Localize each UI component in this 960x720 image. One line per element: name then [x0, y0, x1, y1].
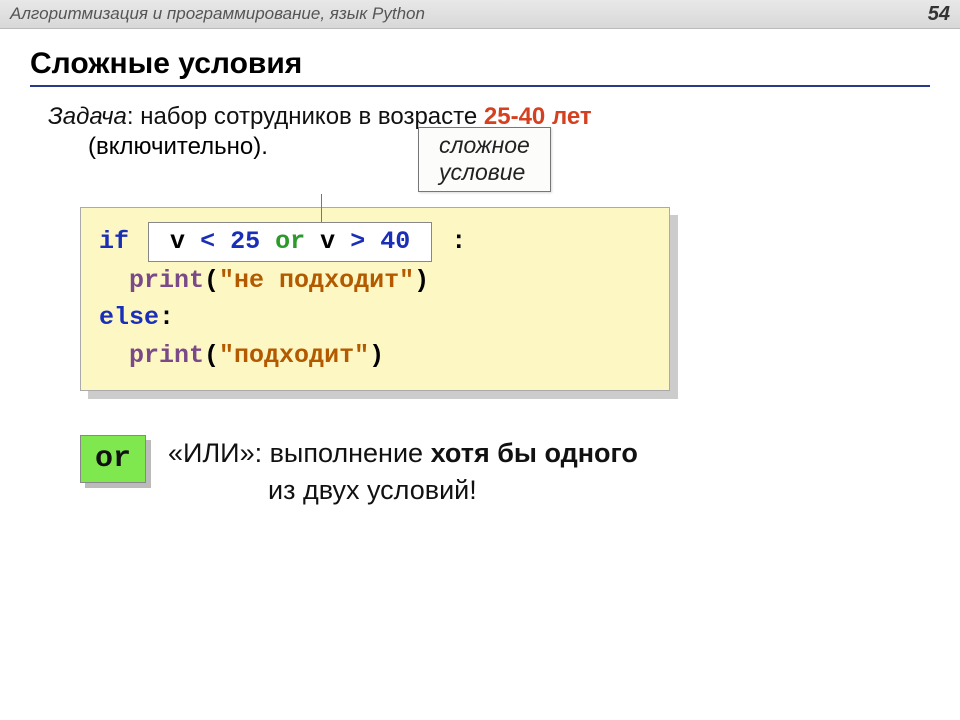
fn-print-2: print: [129, 341, 204, 370]
code-block: if v < 25 or v > 40 : print("не подходит…: [80, 207, 670, 391]
colon-1: :: [451, 227, 466, 256]
str-1: "не подходит": [219, 266, 414, 295]
or-explanation-text: «ИЛИ»: выполнение хотя бы одного из двух…: [168, 435, 638, 508]
kw-if: if: [99, 227, 129, 256]
task-label: Задача: [48, 103, 127, 130]
kw-else: else: [99, 303, 159, 332]
header-title: Алгоритмизация и программирование, язык …: [10, 4, 425, 24]
task-text-1: : набор сотрудников в возрасте: [127, 103, 484, 130]
callout-connector: [321, 194, 322, 222]
or-text-line-1: «ИЛИ»: выполнение хотя бы одного: [168, 435, 638, 471]
task-text-2: (включительно).: [88, 133, 268, 161]
section-title: Сложные условия: [30, 47, 930, 87]
or-badge-wrap: or: [80, 435, 146, 483]
cond-v1: v: [170, 227, 185, 256]
task-row-2: (включительно). сложное условие: [48, 133, 930, 193]
cond-gt: >: [350, 227, 365, 256]
callout-line-2: условие: [439, 159, 530, 185]
colon-2: :: [159, 303, 174, 332]
code-block-inner: if v < 25 or v > 40 : print("не подходит…: [80, 207, 670, 391]
cond-n2: 40: [380, 227, 410, 256]
or-prefix: «ИЛИ»: выполнение: [168, 438, 431, 468]
page-number: 54: [928, 3, 950, 26]
task-age-range: 25-40 лет: [484, 103, 592, 130]
callout-line-1: сложное: [439, 132, 530, 158]
cond-lt: <: [200, 227, 215, 256]
slide-content: Сложные условия Задача: набор сотруднико…: [0, 29, 960, 508]
cond-or: or: [275, 227, 305, 256]
or-text-line-2: из двух условий!: [168, 472, 638, 508]
callout-box: сложное условие: [418, 127, 551, 192]
str-2: "подходит": [219, 341, 369, 370]
cond-n1: 25: [230, 227, 260, 256]
slide-header: Алгоритмизация и программирование, язык …: [0, 0, 960, 29]
or-explanation-row: or «ИЛИ»: выполнение хотя бы одного из д…: [80, 435, 930, 508]
cond-v2: v: [320, 227, 335, 256]
condition-box: v < 25 or v > 40: [148, 222, 432, 262]
or-bold: хотя бы одного: [431, 438, 638, 468]
fn-print-1: print: [129, 266, 204, 295]
or-badge: or: [80, 435, 146, 483]
